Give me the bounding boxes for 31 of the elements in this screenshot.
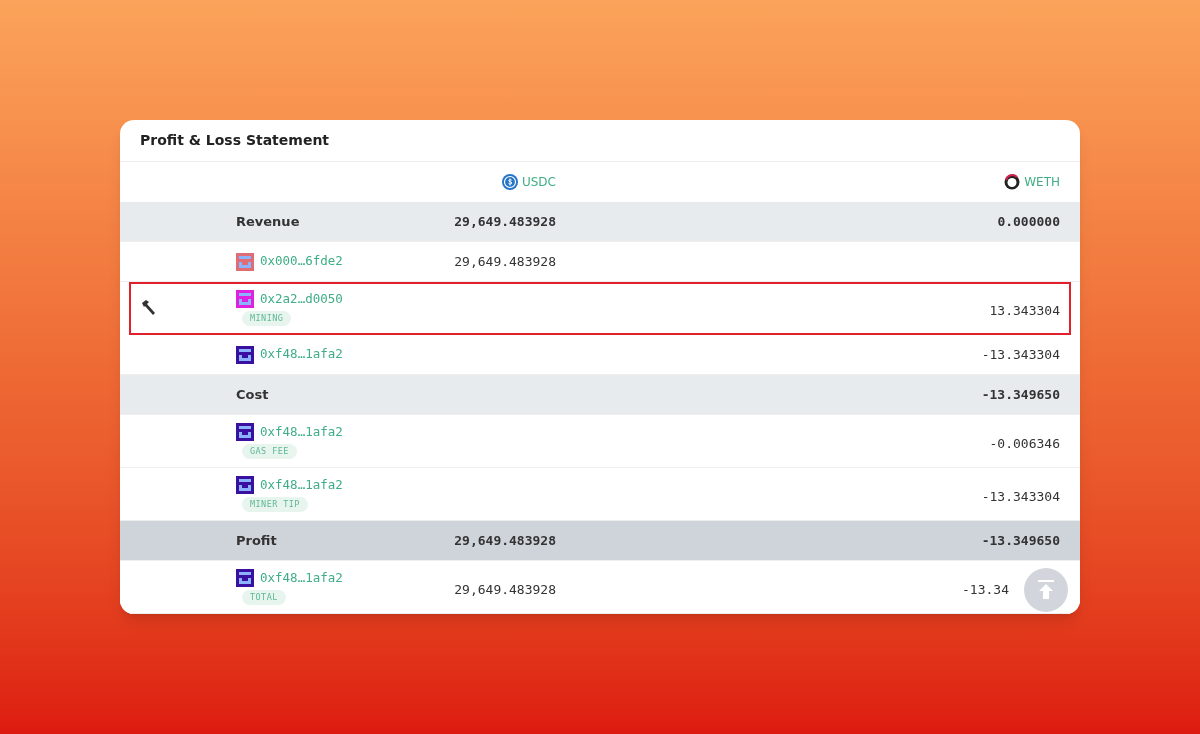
amount: -13.343304 xyxy=(981,488,1060,507)
amount: -13.349650 xyxy=(981,385,1060,404)
tag-label: TOTAL xyxy=(242,590,286,606)
section-label: Revenue xyxy=(236,212,301,231)
amount: 29,649.483928 xyxy=(454,252,556,271)
address-link[interactable]: 0xf48…1afa2 xyxy=(260,568,343,588)
arrow-up-icon xyxy=(1037,580,1055,600)
amount: 29,649.483928 xyxy=(454,581,556,600)
coin-icon xyxy=(1004,174,1021,190)
section-label: Profit xyxy=(236,531,278,550)
amount: -13.34 xyxy=(962,581,1009,600)
tag-label: GAS FEE xyxy=(242,444,297,460)
card-title: Profit & Loss Statement xyxy=(140,131,330,150)
address-link[interactable]: 0xf48…1afa2 xyxy=(260,345,343,364)
amount: -13.349650 xyxy=(981,531,1060,550)
column-header: USDC xyxy=(521,174,556,191)
column-header: WETH xyxy=(1024,174,1060,191)
amount: 29,649.483928 xyxy=(454,212,556,231)
amount: -13.343304 xyxy=(981,345,1060,364)
coin-icon xyxy=(501,174,518,190)
address-link[interactable]: 0xf48…1afa2 xyxy=(260,475,343,495)
amount: 13.343304 xyxy=(989,302,1060,321)
amount: 29,649.483928 xyxy=(454,531,556,550)
tag-label: MINER TIP xyxy=(242,497,308,513)
amount: 0.000000 xyxy=(997,212,1060,231)
address-link[interactable]: 0x2a2…d0050 xyxy=(260,289,343,309)
address-link[interactable]: 0x000…6fde2 xyxy=(260,252,343,271)
address-link[interactable]: 0xf48…1afa2 xyxy=(260,422,343,442)
amount: -0.006346 xyxy=(989,435,1060,454)
tag-label: MINING xyxy=(242,311,292,327)
section-label: Cost xyxy=(236,385,270,404)
